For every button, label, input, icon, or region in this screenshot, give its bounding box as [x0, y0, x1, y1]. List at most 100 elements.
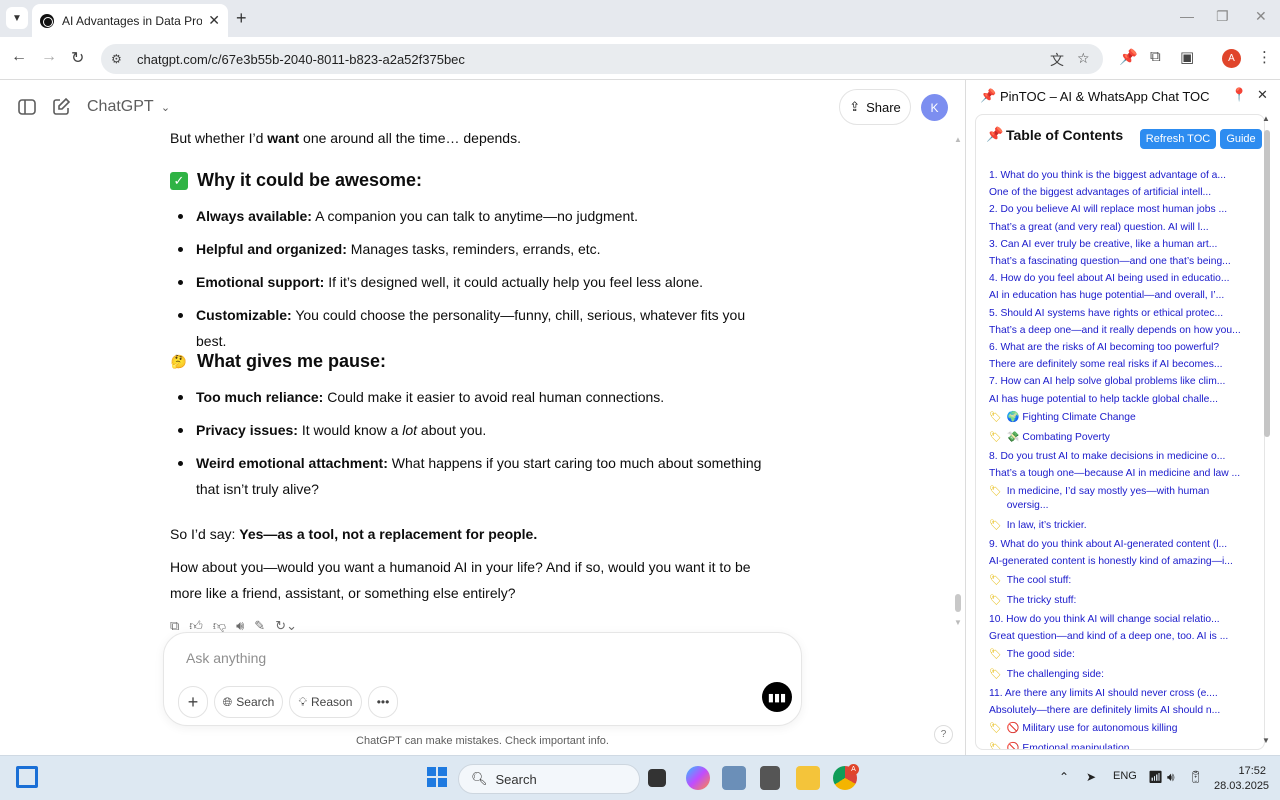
- share-button[interactable]: ⇪ Share: [839, 89, 911, 125]
- toc-subheading[interactable]: 🏷 The challenging side:: [989, 665, 1251, 685]
- pin-panel-icon[interactable]: 📍: [1231, 87, 1247, 103]
- more-tools-button[interactable]: •••: [368, 686, 398, 718]
- toc-container: 📌 Table of Contents Refresh TOC Guide 1.…: [975, 114, 1265, 750]
- profile-avatar[interactable]: A: [1222, 49, 1241, 68]
- scroll-up-arrow-icon[interactable]: ▲: [1262, 114, 1270, 123]
- sidebar-toggle-icon[interactable]: [17, 97, 37, 117]
- battery-icon[interactable]: 🔋︎: [1188, 770, 1203, 784]
- toc-question-link[interactable]: 10. How do you think AI will change soci…: [989, 611, 1251, 628]
- new-tab-button[interactable]: +: [236, 8, 247, 29]
- toc-subheading-label: 🚫 Emotional manipulation: [1006, 743, 1130, 750]
- maximize-button[interactable]: ❐: [1216, 8, 1229, 25]
- toc-answer-link[interactable]: Absolutely—there are definitely limits A…: [989, 702, 1251, 719]
- list-item: Customizable: You could choose the perso…: [178, 302, 776, 354]
- toc-answer-link[interactable]: Great question—and kind of a deep one, t…: [989, 628, 1251, 645]
- forward-button[interactable]: →: [41, 48, 57, 66]
- copy-icon[interactable]: ⧉: [170, 618, 179, 634]
- toc-subheading[interactable]: 🏷 The good side:: [989, 645, 1251, 665]
- file-explorer-icon[interactable]: [796, 766, 820, 790]
- help-button[interactable]: ?: [934, 725, 953, 744]
- toc-answer-link[interactable]: That’s a fascinating question—and one th…: [989, 253, 1251, 270]
- toc-answer-link[interactable]: AI has huge potential to help tackle glo…: [989, 391, 1251, 408]
- toc-subheading[interactable]: 🏷 The tricky stuff:: [989, 591, 1251, 611]
- active-tab[interactable]: AI Advantages in Data Processi ✕: [32, 4, 228, 37]
- close-panel-icon[interactable]: ✕: [1257, 87, 1268, 103]
- volume-icon[interactable]: 🔊︎: [1167, 770, 1175, 785]
- snipping-tool-icon[interactable]: [722, 766, 746, 790]
- search-button[interactable]: 🌐︎ Search: [214, 686, 283, 718]
- scroll-down-arrow-icon[interactable]: ▼: [954, 618, 962, 627]
- tab-search-button[interactable]: ▼: [6, 7, 28, 29]
- clock[interactable]: 17:52 28.03.2025: [1214, 764, 1269, 794]
- toc-subheading[interactable]: 🏷 💸 Combating Poverty: [989, 428, 1251, 448]
- scroll-up-arrow-icon[interactable]: ▲: [954, 135, 962, 144]
- pintoc-extension-icon[interactable]: 📌: [1119, 48, 1138, 66]
- list-item: Always available: A companion you can ta…: [178, 203, 776, 229]
- toc-subheading[interactable]: 🏷 In medicine, I’d say mostly yes—with hu…: [989, 482, 1251, 516]
- extensions-icon[interactable]: ⧉: [1150, 48, 1161, 65]
- guide-button[interactable]: Guide: [1220, 129, 1262, 149]
- copilot-icon[interactable]: [686, 766, 710, 790]
- toc-answer-link[interactable]: That’s a tough one—because AI in medicin…: [989, 465, 1251, 482]
- back-button[interactable]: ←: [11, 48, 27, 66]
- wifi-icon[interactable]: 📶︎: [1148, 770, 1163, 784]
- prompt-input[interactable]: Ask anything: [186, 650, 266, 666]
- toc-question-link[interactable]: 11. Are there any limits AI should never…: [989, 685, 1251, 702]
- toc-question-link[interactable]: 9. What do you think about AI-generated …: [989, 536, 1251, 553]
- calculator-icon[interactable]: [760, 766, 780, 790]
- show-hidden-icons-icon[interactable]: ⌃: [1059, 770, 1069, 784]
- toc-question-link[interactable]: 7. How can AI help solve global problems…: [989, 373, 1251, 390]
- start-button[interactable]: [427, 767, 447, 787]
- toc-question-link[interactable]: 1. What do you think is the biggest adva…: [989, 167, 1251, 184]
- toc-question-link[interactable]: 6. What are the risks of AI becoming too…: [989, 339, 1251, 356]
- side-panel: 📌 PinTOC – AI & WhatsApp Chat TOC 📍 ✕ 📌 …: [965, 80, 1280, 755]
- widgets-icon[interactable]: [16, 766, 38, 788]
- toc-subheading-label: 💸 Combating Poverty: [1006, 431, 1110, 443]
- toc-answer-link[interactable]: One of the biggest advantages of artific…: [989, 184, 1251, 201]
- toc-subheading[interactable]: 🏷 🌍 Fighting Climate Change: [989, 408, 1251, 428]
- bookmark-star-icon[interactable]: ☆: [1077, 50, 1090, 67]
- share-label: Share: [866, 99, 901, 115]
- refresh-toc-button[interactable]: Refresh TOC: [1140, 129, 1216, 149]
- chat-scrollbar[interactable]: [955, 594, 961, 612]
- toc-answer-link[interactable]: That’s a deep one—and it really depends …: [989, 322, 1251, 339]
- toc-answer-link[interactable]: AI in education has huge potential—and o…: [989, 287, 1251, 304]
- conclusion-line: So I’d say: Yes—as a tool, not a replace…: [170, 526, 538, 542]
- model-selector[interactable]: ChatGPT ⌄: [87, 98, 170, 116]
- toc-subheading[interactable]: 🏷 🚫 Emotional manipulation: [989, 739, 1251, 750]
- address-bar[interactable]: ⚙ chatgpt.com/c/67e3b55b-2040-8011-b823-…: [101, 44, 1103, 74]
- task-view-icon[interactable]: [648, 769, 666, 787]
- reload-button[interactable]: ↻: [71, 48, 84, 68]
- close-window-button[interactable]: ✕: [1255, 8, 1267, 25]
- new-chat-icon[interactable]: [51, 97, 71, 117]
- toc-answer-link[interactable]: That’s a great (and very real) question.…: [989, 219, 1251, 236]
- user-avatar[interactable]: K: [921, 94, 948, 121]
- reason-button[interactable]: 💡︎ Reason: [289, 686, 362, 718]
- scroll-down-arrow-icon[interactable]: ▼: [1262, 736, 1270, 745]
- side-panel-icon[interactable]: ▣: [1180, 48, 1194, 66]
- voice-mode-button[interactable]: ▮▮▮: [762, 682, 792, 712]
- toc-list: 1. What do you think is the biggest adva…: [989, 167, 1251, 750]
- translate-icon[interactable]: 文: [1050, 50, 1064, 70]
- attach-button[interactable]: +: [178, 686, 208, 718]
- toc-scrollbar[interactable]: [1264, 130, 1270, 437]
- tab-close-icon[interactable]: ✕: [208, 12, 220, 29]
- toc-subheading[interactable]: 🏷 In law, it’s trickier.: [989, 516, 1251, 536]
- toc-question-link[interactable]: 2. Do you believe AI will replace most h…: [989, 201, 1251, 218]
- toc-subheading[interactable]: 🏷 The cool stuff:: [989, 571, 1251, 591]
- toc-answer-link[interactable]: There are definitely some real risks if …: [989, 356, 1251, 373]
- toc-question-link[interactable]: 8. Do you trust AI to make decisions in …: [989, 448, 1251, 465]
- browser-menu-icon[interactable]: ⋮: [1257, 48, 1272, 66]
- toc-question-link[interactable]: 5. Should AI systems have rights or ethi…: [989, 305, 1251, 322]
- toc-subheading[interactable]: 🏷 🚫 Military use for autonomous killing: [989, 719, 1251, 739]
- site-info-icon[interactable]: ⚙: [111, 52, 127, 66]
- minimize-button[interactable]: —: [1180, 8, 1194, 24]
- toc-question-link[interactable]: 3. Can AI ever truly be creative, like a…: [989, 236, 1251, 253]
- language-indicator[interactable]: ENG: [1113, 770, 1137, 782]
- toc-subheading-label: The challenging side:: [1006, 669, 1105, 681]
- toc-question-link[interactable]: 4. How do you feel about AI being used i…: [989, 270, 1251, 287]
- taskbar-search[interactable]: 🔍︎ Search: [458, 764, 640, 794]
- toc-subheading-label: The cool stuff:: [1006, 574, 1072, 586]
- list-item: Privacy issues: It would know a lot abou…: [178, 417, 776, 443]
- toc-answer-link[interactable]: AI-generated content is honestly kind of…: [989, 553, 1251, 570]
